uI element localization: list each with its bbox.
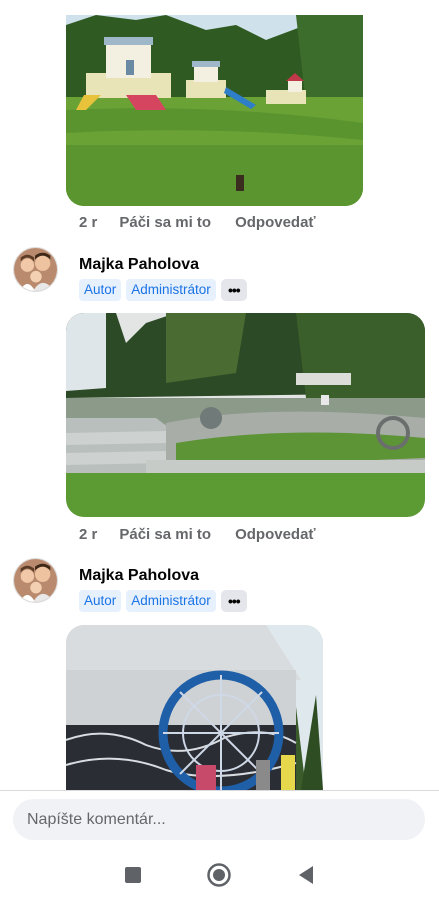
comment-photo-stone-park[interactable] [66, 313, 425, 517]
avatar[interactable] [13, 558, 58, 603]
author-badge: Autor [79, 279, 122, 301]
illuminated-mill-image [66, 625, 323, 790]
author-badge: Autor [79, 590, 122, 612]
comment-actions: 2 r Páči sa mi to Odpovedať [79, 526, 316, 543]
back-button[interactable] [291, 860, 321, 890]
triangle-back-icon [298, 865, 313, 884]
system-nav-bar [0, 849, 439, 900]
like-button[interactable]: Páči sa mi to [119, 214, 211, 231]
reply-button[interactable]: Odpovedať [235, 526, 316, 543]
more-options-button[interactable]: ••• [220, 590, 247, 612]
author-name[interactable]: Majka Paholova [79, 567, 199, 585]
admin-badge: Administrátor [126, 279, 216, 301]
stone-park-image [66, 313, 425, 517]
avatar-photo [14, 248, 57, 291]
comment-photo-castles[interactable] [66, 15, 363, 206]
admin-badge: Administrátor [126, 590, 216, 612]
reply-button[interactable]: Odpovedať [235, 214, 316, 231]
avatar-photo [14, 559, 57, 602]
avatar[interactable] [13, 247, 58, 292]
author-badges: Autor Administrátor ••• [79, 279, 247, 301]
comment-actions: 2 r Páči sa mi to Odpovedať [79, 214, 316, 231]
comment-photo-illuminated-mill[interactable] [66, 625, 323, 790]
square-icon [125, 866, 142, 883]
recents-button[interactable] [118, 860, 148, 890]
like-button[interactable]: Páči sa mi to [119, 526, 211, 543]
author-badges: Autor Administrátor ••• [79, 590, 247, 612]
author-name[interactable]: Majka Paholova [79, 256, 199, 274]
playground-image [66, 15, 363, 206]
comment-timestamp: 2 r [79, 526, 98, 543]
comment-input[interactable]: Napíšte komentár... [13, 799, 425, 840]
home-button[interactable] [204, 860, 234, 890]
comment-composer: Napíšte komentár... [0, 791, 439, 849]
more-options-button[interactable]: ••• [220, 279, 247, 301]
circle-icon [207, 862, 232, 887]
comment-timestamp: 2 r [79, 214, 98, 231]
